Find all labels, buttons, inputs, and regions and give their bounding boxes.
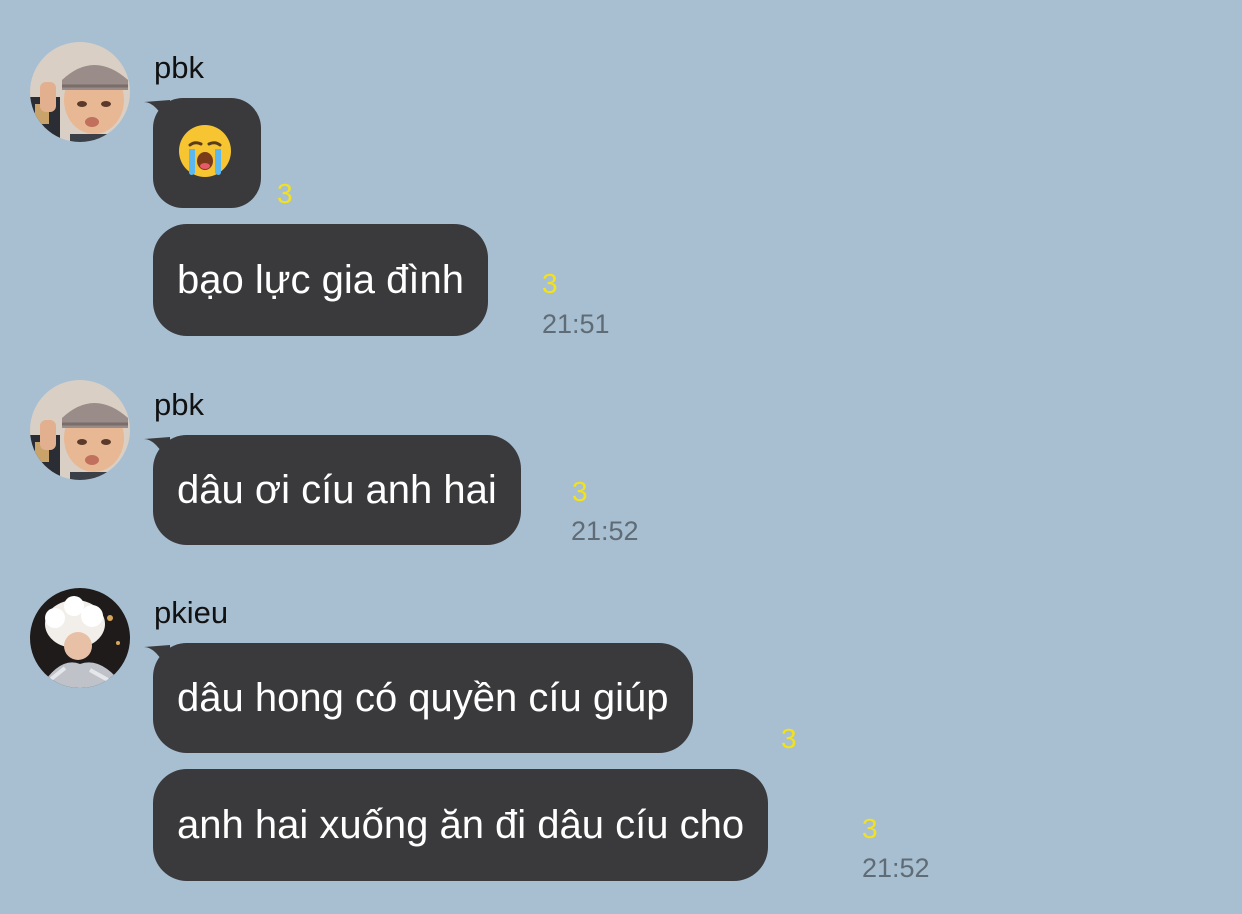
message-timestamp: 21:52 bbox=[571, 516, 639, 546]
message-text: dâu hong có quyền cíu giúp bbox=[177, 676, 669, 720]
avatar-pbk[interactable] bbox=[30, 42, 130, 142]
avatar-pkieu[interactable] bbox=[30, 588, 130, 688]
message-bubble[interactable] bbox=[153, 98, 261, 208]
message-bubble[interactable]: dâu ơi cíu anh hai bbox=[153, 435, 521, 545]
message-bubble[interactable]: anh hai xuống ăn đi dâu cíu cho bbox=[153, 769, 769, 881]
message-timestamp: 21:52 bbox=[862, 853, 930, 883]
unread-count: 3 bbox=[542, 268, 558, 299]
loudly-crying-face-emoji bbox=[177, 123, 237, 183]
message-text: anh hai xuống ăn đi dâu cíu cho bbox=[177, 803, 745, 847]
unread-count: 3 bbox=[277, 178, 293, 209]
message-bubble[interactable]: dâu hong có quyền cíu giúp bbox=[153, 643, 693, 753]
sender-name: pkieu bbox=[154, 595, 229, 630]
unread-count: 3 bbox=[572, 476, 588, 507]
unread-count: 3 bbox=[862, 813, 878, 844]
message-bubble[interactable]: bạo lực gia đình bbox=[153, 224, 488, 336]
avatar-pbk[interactable] bbox=[30, 380, 130, 480]
sender-name: pbk bbox=[154, 50, 204, 85]
message-text: bạo lực gia đình bbox=[177, 258, 464, 302]
message-text: dâu ơi cíu anh hai bbox=[177, 468, 497, 512]
sender-name: pbk bbox=[154, 387, 204, 422]
message-timestamp: 21:51 bbox=[542, 309, 610, 339]
unread-count: 3 bbox=[781, 723, 797, 754]
